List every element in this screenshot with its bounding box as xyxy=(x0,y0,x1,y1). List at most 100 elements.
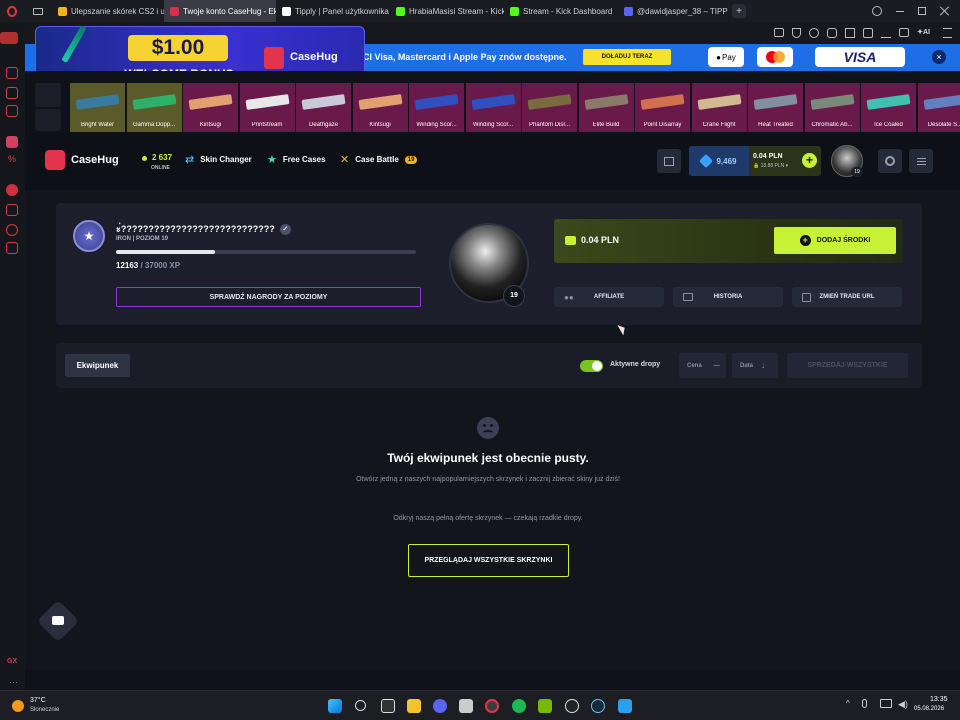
shield-icon[interactable] xyxy=(792,28,802,38)
active-drops-toggle[interactable] xyxy=(580,360,603,372)
minimize-icon[interactable] xyxy=(896,10,904,12)
sidebar-cube-icon[interactable] xyxy=(6,67,18,79)
windows-start-icon[interactable] xyxy=(328,699,342,713)
promo-topup-button[interactable]: DOŁADUJ TERAZ xyxy=(583,49,671,65)
drop-item[interactable]: Winding Scor... xyxy=(409,83,464,132)
nav-case-battle[interactable]: ✕ Case Battle 19 xyxy=(340,153,418,166)
drop-item[interactable]: Printstream xyxy=(239,83,295,132)
drop-item[interactable]: Desolate S... xyxy=(917,83,960,132)
app-icon[interactable] xyxy=(459,699,473,713)
tab-overview-icon[interactable] xyxy=(24,0,52,22)
steam-icon[interactable] xyxy=(591,699,605,713)
casehug-logo-icon[interactable] xyxy=(45,150,65,170)
gift-button[interactable] xyxy=(657,149,681,173)
nvidia-icon[interactable] xyxy=(538,699,552,713)
gems-balance[interactable]: 9,469 xyxy=(689,146,749,176)
volume-icon[interactable]: ◀) xyxy=(898,699,908,710)
drop-item[interactable]: Ice Coaled xyxy=(861,83,916,132)
sidebar-bag-icon[interactable] xyxy=(6,105,18,117)
nav-free-cases[interactable]: ★ Free Cases xyxy=(267,153,326,166)
close-icon[interactable] xyxy=(939,6,950,16)
weather-temp[interactable]: 37°C xyxy=(30,697,46,704)
cube-ext-icon[interactable] xyxy=(845,28,856,38)
browser-tab[interactable]: Tipply | Panel użytkownika xyxy=(276,0,390,22)
drop-item[interactable]: Gamma Dopp... xyxy=(126,83,182,132)
spotify-icon[interactable] xyxy=(512,699,526,713)
browser-tab[interactable]: Ulepszanie skórek CS2 i ulu xyxy=(52,0,164,22)
opera-gx-taskbar-icon[interactable] xyxy=(485,699,499,713)
puzzle-icon[interactable] xyxy=(863,28,874,38)
file-explorer-icon[interactable] xyxy=(407,699,421,713)
drop-item[interactable]: Point Disarray xyxy=(635,83,690,132)
block-icon[interactable] xyxy=(809,28,820,38)
sidebar-book-icon[interactable] xyxy=(6,204,18,216)
mic-icon[interactable] xyxy=(862,699,867,708)
settings-button[interactable] xyxy=(878,149,902,173)
sidebar-gun-icon[interactable] xyxy=(0,32,18,44)
sort-price-button[interactable]: Cena — xyxy=(679,353,726,378)
add-funds-icon[interactable]: + xyxy=(802,153,817,168)
obs-icon[interactable] xyxy=(565,699,579,713)
drop-item[interactable]: Deathgaze xyxy=(296,83,351,132)
drop-item[interactable]: Bright Water xyxy=(70,83,125,132)
clock-time[interactable]: 13:35 xyxy=(930,696,948,703)
heart-icon[interactable] xyxy=(827,28,838,38)
tab-inventory[interactable]: Ekwipunek xyxy=(65,354,130,377)
promo-close-button[interactable]: × xyxy=(932,50,946,64)
sort-date-button[interactable]: Data ↓ xyxy=(732,353,778,378)
nav-skin-changer[interactable]: ⇄ Skin Changer xyxy=(185,153,252,166)
sidebar-more-icon[interactable]: ··· xyxy=(9,677,18,687)
menu-button[interactable] xyxy=(909,149,933,173)
affiliate-button[interactable]: ●● AFFILIATE xyxy=(554,287,664,307)
drop-item-label: Gamma Dopp... xyxy=(132,122,176,128)
sidebar-circle-icon[interactable] xyxy=(6,184,18,196)
weather-sun-icon[interactable] xyxy=(12,700,24,712)
drop-item[interactable]: Phantom Disr... xyxy=(522,83,577,132)
drop-item[interactable]: Kintsugi xyxy=(352,83,408,132)
drops-filter-icon[interactable] xyxy=(35,83,61,107)
sidebar-tools-icon[interactable] xyxy=(6,224,18,236)
opera-logo-icon[interactable] xyxy=(0,0,24,22)
discord-icon[interactable] xyxy=(433,699,447,713)
new-tab-button[interactable]: + xyxy=(732,4,746,18)
browser-tab-active[interactable]: Twoje konto CaseHug - Ek xyxy=(164,0,276,22)
tray-chevron-icon[interactable]: ^ xyxy=(846,699,850,708)
trade-url-button[interactable]: ZMIEŃ TRADE URL xyxy=(792,287,902,307)
camera-icon[interactable] xyxy=(774,28,785,37)
twitch-icon[interactable] xyxy=(6,136,18,148)
drop-item[interactable]: Crane Flight xyxy=(691,83,747,132)
gx-label: GX xyxy=(7,658,18,665)
drop-item[interactable]: Chromatic Ab... xyxy=(804,83,860,132)
ai-button[interactable]: ✦AI xyxy=(917,28,930,38)
deposit-button[interactable]: + DODAJ ŚRODKI xyxy=(774,227,896,254)
browser-tab[interactable]: @dawidjasper_38 – TIPPLY xyxy=(618,0,728,22)
weapon-skin-icon xyxy=(697,94,741,110)
drop-item[interactable]: Winding Scor... xyxy=(465,83,521,132)
sidebar-box-icon[interactable] xyxy=(6,242,18,254)
task-view-icon[interactable] xyxy=(381,699,395,713)
search-icon[interactable] xyxy=(872,6,882,16)
weather-desc: Słonecznie xyxy=(30,707,60,713)
faceit-icon[interactable] xyxy=(618,699,632,713)
network-icon[interactable] xyxy=(880,699,892,708)
browse-cases-button[interactable]: PRZEGLĄDAJ WSZYSTKIE SKRZYNKI xyxy=(408,544,569,577)
wallet-balance[interactable]: 0.04 PLN 🔒 18.88 PLN ▾ + xyxy=(749,146,821,176)
drop-item[interactable]: Kintsugi xyxy=(183,83,238,132)
drop-item[interactable]: Heat Treated xyxy=(748,83,803,132)
browser-tab[interactable]: Stream - Kick Dashboard xyxy=(504,0,618,22)
maximize-icon[interactable] xyxy=(918,7,926,15)
browser-tab[interactable]: HrabiaMasisi Stream - Kick xyxy=(390,0,504,22)
search-taskbar-icon[interactable] xyxy=(355,700,366,711)
drop-item[interactable]: Elite Build xyxy=(578,83,634,132)
menu-icon[interactable] xyxy=(943,28,952,38)
camera2-icon[interactable] xyxy=(899,28,910,37)
drops-top-icon[interactable] xyxy=(35,109,61,131)
download-icon[interactable] xyxy=(881,28,892,38)
sell-all-button[interactable]: SPRZEDAJ WSZYSTKIE xyxy=(787,353,908,378)
rewards-button[interactable]: SPRAWDŹ NAGRODY ZA POZIOMY xyxy=(116,287,421,307)
site-logo[interactable]: CaseHug xyxy=(71,154,119,166)
xp-bar-fill xyxy=(116,250,215,254)
history-button[interactable]: HISTORIA xyxy=(673,287,783,307)
percent-icon[interactable]: % xyxy=(6,154,18,166)
sidebar-store-icon[interactable] xyxy=(6,87,18,99)
